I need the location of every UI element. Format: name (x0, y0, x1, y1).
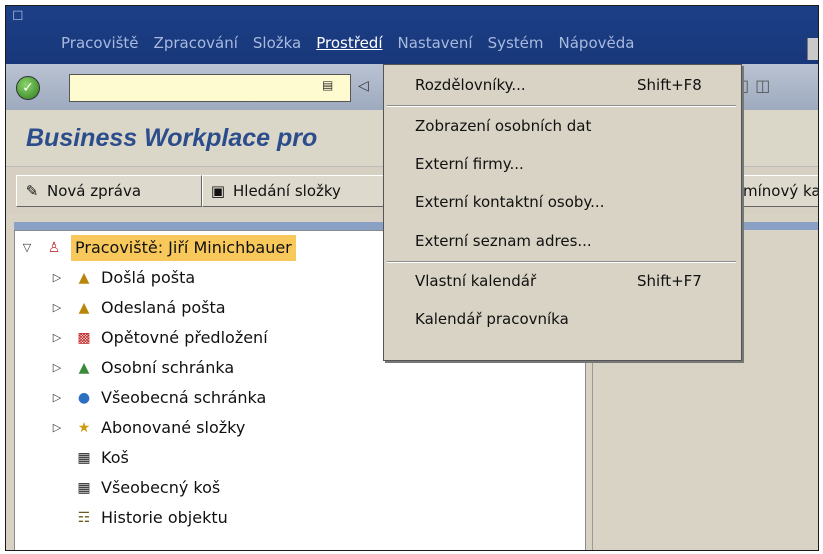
tree-node-object-history[interactable]: ☶ Historie objektu (73, 505, 228, 531)
menu-nastaveni[interactable]: Nastavení (397, 34, 472, 52)
tree-root-label: Pracoviště: Jiří Minichbauer (71, 235, 296, 261)
menu-item-label: Externí seznam adres... (415, 232, 592, 250)
menu-item-label: Vlastní kalendář (415, 272, 537, 290)
expand-triangle-icon[interactable]: ▷ (51, 265, 63, 291)
menu-napoveda[interactable]: Nápověda (559, 34, 635, 52)
new-message-button[interactable]: ✎ Nová zpráva (16, 175, 202, 207)
expand-triangle-icon[interactable]: ▷ (51, 355, 63, 381)
menu-item-external-address-list[interactable]: Externí seznam adres... (384, 225, 741, 257)
shared-folder-icon: ● (77, 390, 91, 406)
expand-triangle-icon[interactable]: ▷ (51, 325, 63, 351)
tree-node-private-folder[interactable]: ▷ ▲ Osobní schránka (51, 355, 234, 381)
menu-item-external-companies[interactable]: Externí firmy... (384, 148, 741, 180)
tree-node-label: Všeobecný koš (101, 478, 221, 497)
binoculars-icon: ▣ (210, 182, 226, 200)
tree-node-label: Osobní schránka (101, 358, 235, 377)
menu-item-distribution-lists[interactable]: Rozdělovníky... Shift+F8 (384, 69, 741, 101)
command-history-icon[interactable]: ▤ (322, 78, 336, 94)
tree-node-trash[interactable]: ▦ Koš (73, 445, 129, 471)
menu-item-label: Externí firmy... (415, 155, 524, 173)
menu-prostredi[interactable]: Prostředí (316, 34, 382, 52)
tree-node-inbox[interactable]: ▷ ▲ Došlá pošta (51, 265, 195, 291)
expand-triangle-icon[interactable]: ▷ (51, 385, 63, 411)
appointment-calendar-button[interactable]: mínový ka (740, 175, 819, 207)
private-folder-icon: ▲ (78, 360, 90, 376)
tree-node-label: Odeslaná pošta (101, 298, 226, 317)
tree-node-label: Došlá pošta (101, 268, 196, 287)
menu-separator (387, 261, 736, 263)
tree-root-node[interactable]: ▽ ♙ Pracoviště: Jiří Minichbauer (21, 235, 296, 261)
prostredi-dropdown-menu: Rozdělovníky... Shift+F8 Zobrazení osobn… (383, 64, 742, 361)
tree-node-resubmission[interactable]: ▷ ▩ Opětovné předložení (51, 325, 268, 351)
page-title: Business Workplace pro (26, 124, 318, 152)
workplace-person-icon: ♙ (47, 240, 61, 256)
tree-node-label: Historie objektu (101, 508, 228, 527)
search-folder-label: Hledání složky (233, 182, 341, 200)
menu-pracoviste[interactable]: Pracoviště (61, 34, 139, 52)
menu-item-employee-calendar[interactable]: Kalendář pracovníka (384, 303, 741, 335)
menu-item-external-contacts[interactable]: Externí kontaktní osoby... (384, 186, 741, 218)
window-control-button[interactable] (807, 38, 818, 60)
menu-zpracovani[interactable]: Zpracování (154, 34, 238, 52)
new-message-label: Nová zpráva (47, 182, 142, 200)
menu-item-label: Rozdělovníky... (415, 76, 526, 94)
search-folder-button[interactable]: ▣ Hledání složky (202, 175, 390, 207)
collapse-triangle-icon[interactable]: ▽ (21, 235, 33, 261)
expand-triangle-icon[interactable]: ▷ (51, 295, 63, 321)
menu-slozka[interactable]: Složka (253, 34, 301, 52)
appointment-calendar-label: mínový ka (743, 182, 819, 200)
menu-bar: ◻ Pracoviště Zpracování Složka Prostředí… (6, 6, 818, 64)
enter-checkmark-icon[interactable]: ✓ (16, 76, 40, 100)
menu-item-own-calendar[interactable]: Vlastní kalendář Shift+F7 (384, 265, 741, 297)
trash-icon: ▦ (77, 450, 91, 466)
menu-separator (387, 105, 736, 107)
tree-node-outbox[interactable]: ▷ ▲ Odeslaná pošta (51, 295, 226, 321)
menu-item-label: Zobrazení osobních dat (415, 117, 592, 135)
tree-node-subscribed-folders[interactable]: ▷ ★ Abonované složky (51, 415, 246, 441)
resubmission-icon: ▩ (77, 330, 91, 346)
tree-node-shared-folder[interactable]: ▷ ● Všeobecná schránka (51, 385, 267, 411)
command-field[interactable] (69, 74, 351, 102)
tree-node-shared-trash[interactable]: ▦ Všeobecný koš (73, 475, 220, 501)
history-icon: ☶ (77, 510, 91, 526)
menu-item-personal-data[interactable]: Zobrazení osobních dat (384, 110, 741, 142)
inbox-icon: ▲ (78, 270, 90, 286)
menu-list: Pracoviště Zpracování Složka Prostředí N… (61, 34, 649, 52)
menu-system[interactable]: Systém (488, 34, 544, 52)
tree-node-label: Opětovné předložení (101, 328, 268, 347)
menu-item-label: Kalendář pracovníka (415, 310, 569, 328)
toolbar-arrow-icon[interactable]: ◁ (358, 78, 369, 94)
shared-trash-icon: ▦ (77, 480, 91, 496)
expand-triangle-icon[interactable]: ▷ (51, 415, 63, 441)
subscribed-folder-icon: ★ (77, 420, 91, 436)
menu-item-shortcut: Shift+F7 (637, 272, 702, 290)
tree-node-label: Abonované složky (101, 418, 246, 437)
menu-item-shortcut: Shift+F8 (637, 76, 702, 94)
tree-node-label: Všeobecná schránka (101, 388, 267, 407)
outbox-icon: ▲ (78, 300, 90, 316)
tree-node-label: Koš (101, 448, 129, 467)
new-message-icon: ✎ (25, 182, 39, 200)
sap-window: ◻ Pracoviště Zpracování Složka Prostředí… (5, 5, 819, 551)
menu-item-label: Externí kontaktní osoby... (415, 193, 605, 211)
sap-window-icon[interactable]: ◻ (12, 8, 24, 22)
